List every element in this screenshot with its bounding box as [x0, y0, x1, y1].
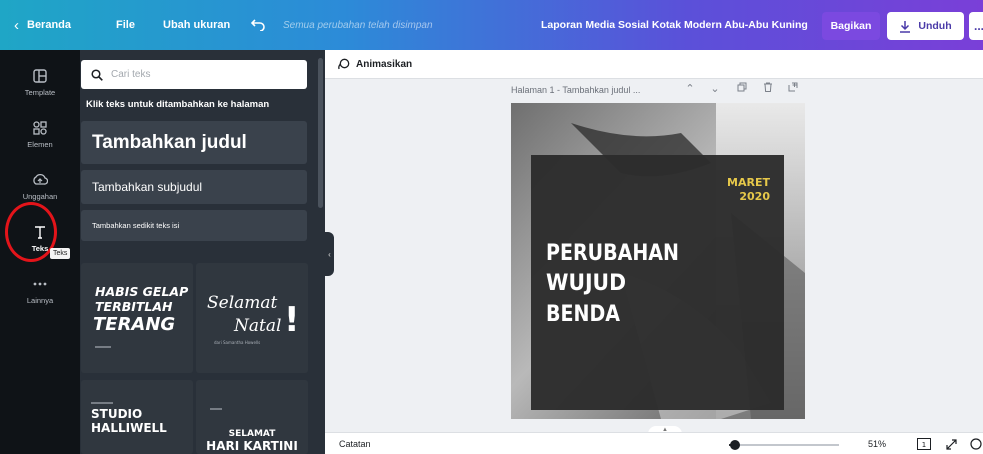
collapse-panel-button[interactable]: ‹	[325, 232, 334, 276]
notes-button[interactable]: Catatan	[339, 439, 371, 449]
combo-line: TERBITLAH	[95, 299, 173, 314]
chevron-left-icon: ‹	[14, 16, 19, 34]
save-status: Semua perubahan telah disimpan	[283, 19, 433, 31]
text-combo-studio-halliwell[interactable]: STUDIO HALLIWELL	[81, 380, 193, 454]
side-rail: Template Elemen Unggahan Teks Lainnya Te…	[0, 50, 80, 454]
download-button[interactable]: Unduh	[887, 12, 964, 40]
upload-icon	[33, 173, 48, 185]
document-title[interactable]: Laporan Media Sosial Kotak Modern Abu-Ab…	[541, 0, 808, 50]
add-page-icon[interactable]	[786, 82, 800, 95]
combo-line: HALLIWELL	[91, 421, 167, 435]
text-combo-habis-gelap[interactable]: HABIS GELAP TERBITLAH TERANG	[81, 263, 193, 373]
combo-line: Selamat	[207, 293, 278, 313]
page-count-icon[interactable]: 1	[917, 437, 931, 451]
combo-caption-bar	[210, 408, 222, 410]
design-year: 2020	[739, 190, 770, 203]
search-box[interactable]	[81, 60, 307, 89]
combo-line: Natal	[233, 316, 281, 336]
panel-scrollbar[interactable]	[318, 58, 323, 208]
design-headline-line: PERUBAHAN	[546, 241, 679, 266]
more-icon	[33, 282, 47, 285]
tooltip: Teks	[50, 248, 71, 259]
page-toolbar: Halaman 1 - Tambahkan judul ... ⌃ ⌄	[511, 82, 805, 98]
download-label: Unduh	[918, 20, 952, 32]
rail-label: Teks	[31, 243, 49, 253]
help-icon[interactable]	[969, 437, 983, 451]
search-input[interactable]	[111, 69, 291, 80]
text-combo-hari-kartini[interactable]: SELAMAT HARI KARTINI	[196, 380, 308, 454]
resize-button[interactable]: Ubah ukuran	[163, 0, 230, 50]
text-panel: Klik teks untuk ditambahkan ke halaman T…	[80, 50, 325, 454]
add-body-text-button[interactable]: Tambahkan sedikit teks isi	[81, 210, 307, 241]
file-menu[interactable]: File	[116, 0, 135, 50]
rail-item-elements[interactable]: Elemen	[0, 108, 80, 160]
combo-line: HABIS GELAP	[95, 284, 188, 299]
design-headline-line: WUJUD	[546, 271, 626, 296]
chevron-down-icon[interactable]: ⌄	[708, 82, 722, 95]
rail-label: Unggahan	[22, 191, 58, 201]
combo-subline: dari Samantha Howells	[214, 340, 260, 345]
design-month: MARET	[727, 176, 770, 189]
add-heading-button[interactable]: Tambahkan judul	[81, 121, 307, 164]
download-icon	[899, 20, 911, 33]
search-icon	[91, 68, 103, 81]
rail-label: Elemen	[27, 139, 53, 149]
duplicate-page-icon[interactable]	[735, 82, 749, 95]
animate-toolbar: Animasikan	[325, 50, 983, 79]
animate-button[interactable]: Animasikan	[337, 58, 412, 71]
zoom-slider-handle[interactable]	[729, 440, 740, 450]
rail-label: Template	[24, 87, 56, 97]
home-label: Beranda	[27, 19, 72, 31]
combo-line: HARI KARTINI	[206, 439, 298, 453]
fullscreen-icon[interactable]	[944, 437, 958, 451]
design-canvas[interactable]: MARET 2020 PERUBAHAN WUJUD BENDA	[511, 103, 805, 419]
combo-line: STUDIO	[91, 407, 142, 421]
rail-item-template[interactable]: Template	[0, 56, 80, 108]
chevron-up-icon[interactable]: ⌃	[683, 82, 697, 95]
combo-line: SELAMAT	[229, 429, 277, 439]
zoom-value[interactable]: 51%	[868, 439, 886, 449]
chevron-left-icon: ‹	[328, 249, 331, 259]
page-title[interactable]: Halaman 1 - Tambahkan judul ...	[511, 85, 640, 95]
text-combo-selamat-natal[interactable]: Selamat Natal ! dari Samantha Howells	[196, 263, 308, 373]
zoom-slider[interactable]	[729, 444, 839, 446]
design-artwork: MARET 2020 PERUBAHAN WUJUD BENDA	[511, 103, 805, 419]
delete-page-icon[interactable]	[761, 82, 775, 95]
page-count: 1	[922, 441, 926, 449]
bottom-bar: Catatan 51% 1	[325, 432, 983, 454]
text-icon	[35, 225, 45, 239]
combo-caption-bar	[95, 346, 111, 348]
combo-line: TERANG	[93, 314, 175, 335]
share-button[interactable]: Bagikan	[822, 12, 880, 40]
more-options-button[interactable]: ...	[969, 12, 983, 40]
template-icon	[33, 68, 47, 83]
animate-icon	[338, 58, 350, 69]
elements-icon	[33, 120, 47, 135]
combo-caption-bar	[91, 402, 113, 404]
add-subheading-button[interactable]: Tambahkan subjudul	[81, 170, 307, 204]
design-headline-line: BENDA	[546, 302, 620, 327]
panel-hint: Klik teks untuk ditambahkan ke halaman	[86, 99, 270, 110]
undo-icon[interactable]	[251, 0, 265, 50]
combo-line: !	[284, 300, 300, 340]
rail-label: Lainnya	[26, 295, 54, 305]
rail-item-uploads[interactable]: Unggahan	[0, 160, 80, 212]
rail-item-more[interactable]: Lainnya	[0, 264, 80, 316]
top-bar: ‹ Beranda File Ubah ukuran Semua perubah…	[0, 0, 983, 50]
home-button[interactable]: ‹ Beranda	[14, 0, 71, 50]
animate-label: Animasikan	[356, 58, 413, 70]
